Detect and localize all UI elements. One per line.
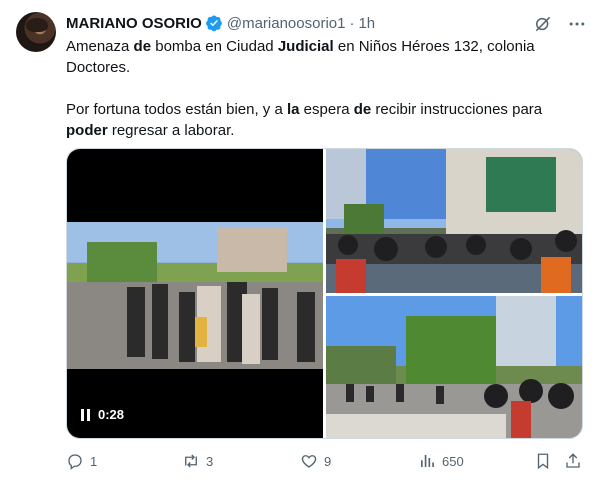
grok-icon[interactable]	[533, 14, 553, 34]
bookmark-icon	[534, 452, 552, 470]
author-name[interactable]: MARIANO OSORIO	[66, 15, 202, 32]
tweet-text-run: Judicial	[277, 38, 334, 55]
video-frame	[67, 222, 323, 369]
photo-crowd-outside-building[interactable]	[326, 149, 582, 293]
tweet-text-run: regresar a laborar.	[107, 122, 235, 139]
tweet-text-run: de	[133, 38, 152, 55]
pause-icon[interactable]	[81, 408, 91, 421]
like-count: 9	[324, 453, 332, 469]
tweet-text-line-2: Por fortuna todos están bien, y a la esp…	[66, 99, 566, 141]
tweet-header: MARIANO OSORIO @marianoosorio1 · 1h	[66, 13, 375, 33]
share-button[interactable]	[564, 452, 582, 470]
reply-button[interactable]: 1	[66, 452, 97, 470]
video-duration-label: 0:28	[98, 407, 125, 422]
verified-badge-icon	[205, 14, 223, 32]
tweet-text: Amenaza de bomba en Ciudad Judicial en N…	[66, 36, 566, 141]
avatar[interactable]	[16, 12, 56, 52]
tweet-text-run: de	[353, 101, 372, 118]
heart-icon	[300, 452, 318, 470]
views-chart-icon	[418, 452, 436, 470]
tweet-text-run: la	[286, 101, 300, 118]
retweet-icon	[182, 452, 200, 470]
video-duration: 0:28	[81, 407, 124, 422]
video-player[interactable]: 0:28	[67, 149, 323, 438]
tweet-top-actions	[533, 14, 587, 34]
reply-icon	[66, 452, 84, 470]
tweet-text-run: espera	[299, 101, 354, 118]
tweet-text-line-1: Amenaza de bomba en Ciudad Judicial en N…	[66, 36, 566, 78]
retweet-count: 3	[206, 453, 214, 469]
tweet-text-run: poder	[66, 122, 108, 139]
reply-count: 1	[90, 453, 98, 469]
retweet-button[interactable]: 3	[182, 452, 213, 470]
tweet-text-run: bomba en Ciudad	[151, 38, 278, 55]
views-button[interactable]: 650	[418, 452, 464, 470]
more-options-icon[interactable]	[567, 14, 587, 34]
share-icon	[564, 452, 582, 470]
action-bar: 1 3 9 650	[66, 450, 586, 474]
tweet-text-run: Amenaza	[66, 38, 134, 55]
tweet[interactable]: MARIANO OSORIO @marianoosorio1 · 1h Amen…	[0, 0, 601, 486]
media-grid: 0:28	[66, 148, 583, 439]
separator-dot: ·	[349, 14, 355, 32]
like-button[interactable]: 9	[300, 452, 331, 470]
timestamp[interactable]: 1h	[358, 15, 375, 32]
view-count: 650	[442, 453, 464, 469]
tweet-text-run: recibir instrucciones para	[371, 101, 543, 118]
photo-street-crowd[interactable]	[326, 296, 582, 438]
author-handle[interactable]: @marianoosorio1	[227, 15, 346, 32]
tweet-text-run: Por fortuna todos están bien, y a	[66, 101, 287, 118]
bookmark-button[interactable]	[534, 452, 552, 470]
